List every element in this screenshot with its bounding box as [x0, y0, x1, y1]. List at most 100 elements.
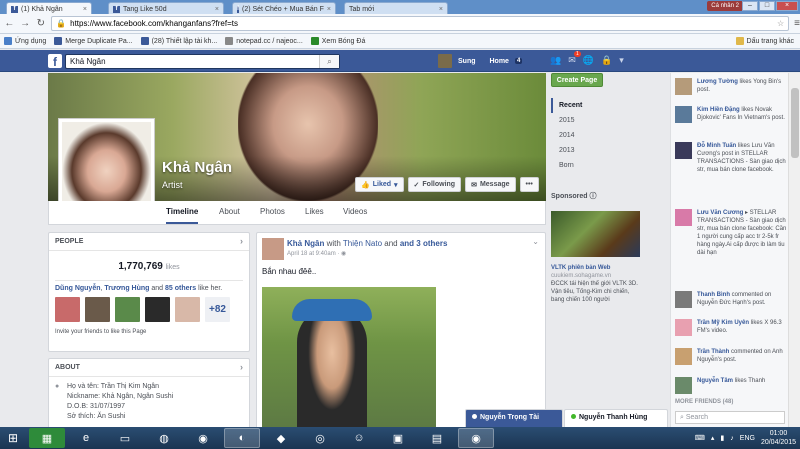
chat-tab[interactable]: Nguyễn Trọng Tài	[465, 409, 563, 427]
browser-profile-chip[interactable]: Cá nhân 2	[707, 1, 743, 11]
friend-avatar[interactable]	[85, 297, 110, 322]
friend-avatar[interactable]	[115, 297, 140, 322]
others-link[interactable]: 85 others	[165, 285, 196, 292]
home-link[interactable]: Home	[490, 58, 509, 65]
facebook-search-input[interactable]: Khả Ngân ⌕	[65, 54, 340, 69]
browser-tab-2[interactable]: f Tang Like 50d ×	[108, 2, 224, 14]
browser-tab-4[interactable]: Tab mới ×	[344, 2, 448, 14]
chrome-icon[interactable]: ◉	[185, 428, 221, 448]
tab-timeline[interactable]: Timeline	[166, 207, 199, 224]
excel-icon[interactable]: ▦	[29, 428, 65, 448]
forward-arrow-icon[interactable]: →	[20, 17, 31, 31]
message-button[interactable]: ✉ Message	[465, 177, 516, 192]
browser-tab-1[interactable]: f (1) Khả Ngân ×	[6, 2, 92, 14]
friend-avatar[interactable]	[55, 297, 80, 322]
keyboard-icon[interactable]: ⌨	[695, 434, 705, 442]
chevron-up-icon[interactable]: ▴	[711, 434, 715, 442]
file-explorer-icon[interactable]: ▭	[107, 428, 143, 448]
create-page-button[interactable]: Create Page	[551, 73, 603, 87]
avatar[interactable]	[438, 54, 452, 68]
ticker-item[interactable]: Trần Thành commented on Anh Nguyễn's pos…	[675, 348, 787, 365]
year-2014[interactable]: 2014	[551, 128, 603, 143]
bookmark-apps[interactable]: Ứng dụng	[4, 37, 46, 45]
friend-link[interactable]: Trương Hùng	[104, 285, 149, 292]
chevron-right-icon[interactable]: ›	[240, 362, 243, 372]
ticker-item[interactable]: Lưu Văn Cương ▸ STELLAR TRANSACTIONS - S…	[675, 209, 787, 257]
language-indicator[interactable]: ENG	[740, 435, 755, 442]
browser-tab-3[interactable]: f (2) Sét Chéo + Mua Bán F ×	[232, 2, 336, 14]
close-window-icon[interactable]: ×	[776, 1, 798, 11]
facebook-logo-icon[interactable]: f	[48, 54, 62, 69]
tab-videos[interactable]: Videos	[343, 207, 367, 216]
chrome-icon[interactable]: ◎	[302, 428, 338, 448]
ticker-item[interactable]: Đỗ Minh Tuấn likes Lưu Văn Cương's post …	[675, 142, 787, 174]
search-icon[interactable]: ⌕	[319, 55, 339, 68]
coccoc-icon[interactable]: ☺	[341, 428, 377, 448]
address-bar[interactable]: 🔒 https://www.facebook.com/khanganfans?f…	[51, 16, 790, 31]
profile-link[interactable]: Sung	[458, 58, 476, 65]
close-tab-icon[interactable]: ×	[439, 6, 443, 13]
year-2015[interactable]: 2015	[551, 113, 603, 128]
friend-requests-icon[interactable]: 👥	[550, 55, 561, 66]
info-icon[interactable]: ⓘ	[590, 193, 597, 200]
chrome-icon[interactable]: ◍	[146, 428, 182, 448]
page-title[interactable]: Khả Ngân	[162, 159, 232, 176]
year-recent[interactable]: Recent	[551, 98, 603, 113]
post-timestamp[interactable]: April 18 at 9:40am · ◉	[287, 250, 346, 257]
friend-link[interactable]: Dũng Nguyễn	[55, 285, 101, 292]
liked-button[interactable]: 👍 Liked ▾	[355, 177, 404, 192]
ticker-item[interactable]: Thanh Bình commented on Nguyễn Đức Hạnh'…	[675, 291, 787, 308]
tab-likes[interactable]: Likes	[305, 207, 324, 216]
app-icon[interactable]: ◆	[263, 428, 299, 448]
chat-search-input[interactable]: ⌕ Search	[675, 411, 785, 424]
chevron-down-icon[interactable]: ⌄	[532, 237, 539, 246]
year-2013[interactable]: 2013	[551, 143, 603, 158]
ticker-item[interactable]: Lương Tường likes Yong Bin's post.	[675, 78, 787, 95]
maximize-icon[interactable]: □	[759, 1, 775, 11]
clock[interactable]: 01:00 20/04/2015	[761, 429, 796, 447]
tab-about[interactable]: About	[219, 207, 240, 216]
page-scrollbar[interactable]	[788, 73, 800, 427]
chat-tab[interactable]: Nguyễn Thanh Hùng	[564, 409, 668, 427]
bookmark-item[interactable]: (28) Thiết lập tài kh...	[140, 37, 217, 45]
browser-menu-icon[interactable]: ≡	[794, 18, 800, 29]
messages-icon[interactable]: ✉ 1	[568, 51, 581, 66]
bookmark-star-icon[interactable]: ☆	[777, 19, 784, 28]
others-link[interactable]: and 3 others	[400, 239, 448, 248]
close-tab-icon[interactable]: ×	[215, 6, 219, 13]
bookmark-item[interactable]: Merge Duplicate Pa...	[54, 37, 133, 45]
chevron-right-icon[interactable]: ›	[240, 236, 243, 246]
ad-image[interactable]	[551, 211, 640, 257]
post-photo[interactable]	[262, 287, 436, 427]
about-header[interactable]: ABOUT ›	[49, 359, 249, 377]
ticker-item[interactable]: Kim Hiền Đặng likes Novak Djokovic' Fans…	[675, 106, 787, 123]
app-icon[interactable]: ▣	[380, 428, 416, 448]
bookmark-item[interactable]: Xem Bóng Đá	[310, 37, 365, 45]
firefox-icon[interactable]: ◐	[224, 428, 260, 448]
friend-avatar[interactable]	[145, 297, 170, 322]
avatar[interactable]	[262, 238, 284, 260]
minimize-icon[interactable]: –	[742, 1, 758, 11]
scrollbar-thumb[interactable]	[791, 88, 799, 158]
volume-icon[interactable]: ♪	[730, 435, 734, 442]
bookmark-item[interactable]: notepad.cc / najeoc...	[225, 37, 303, 45]
settings-dropdown-icon[interactable]: ▾	[619, 55, 624, 66]
internet-explorer-icon[interactable]: e	[68, 428, 104, 448]
more-button[interactable]: •••	[519, 177, 539, 192]
privacy-lock-icon[interactable]: 🔒	[601, 55, 612, 66]
people-header[interactable]: PEOPLE ›	[49, 233, 249, 251]
back-arrow-icon[interactable]: ←	[4, 17, 15, 31]
reload-icon[interactable]: ↻	[35, 17, 46, 31]
tab-photos[interactable]: Photos	[260, 207, 285, 216]
close-tab-icon[interactable]: ×	[327, 6, 331, 13]
following-button[interactable]: ✓ Following	[407, 177, 462, 192]
invite-friends-link[interactable]: Invite your friends to like this Page	[49, 323, 249, 341]
friend-avatar[interactable]	[175, 297, 200, 322]
year-born[interactable]: Born	[551, 158, 603, 173]
network-icon[interactable]: ▮	[720, 434, 724, 442]
ticker-item[interactable]: Nguyễn Tâm likes Thanh	[675, 377, 787, 394]
other-bookmarks[interactable]: Dấu trang khác	[735, 37, 794, 45]
author-link[interactable]: Khả Ngân	[287, 239, 324, 248]
close-tab-icon[interactable]: ×	[83, 6, 87, 13]
ad-title[interactable]: VLTK phiên bản Web	[551, 265, 610, 271]
